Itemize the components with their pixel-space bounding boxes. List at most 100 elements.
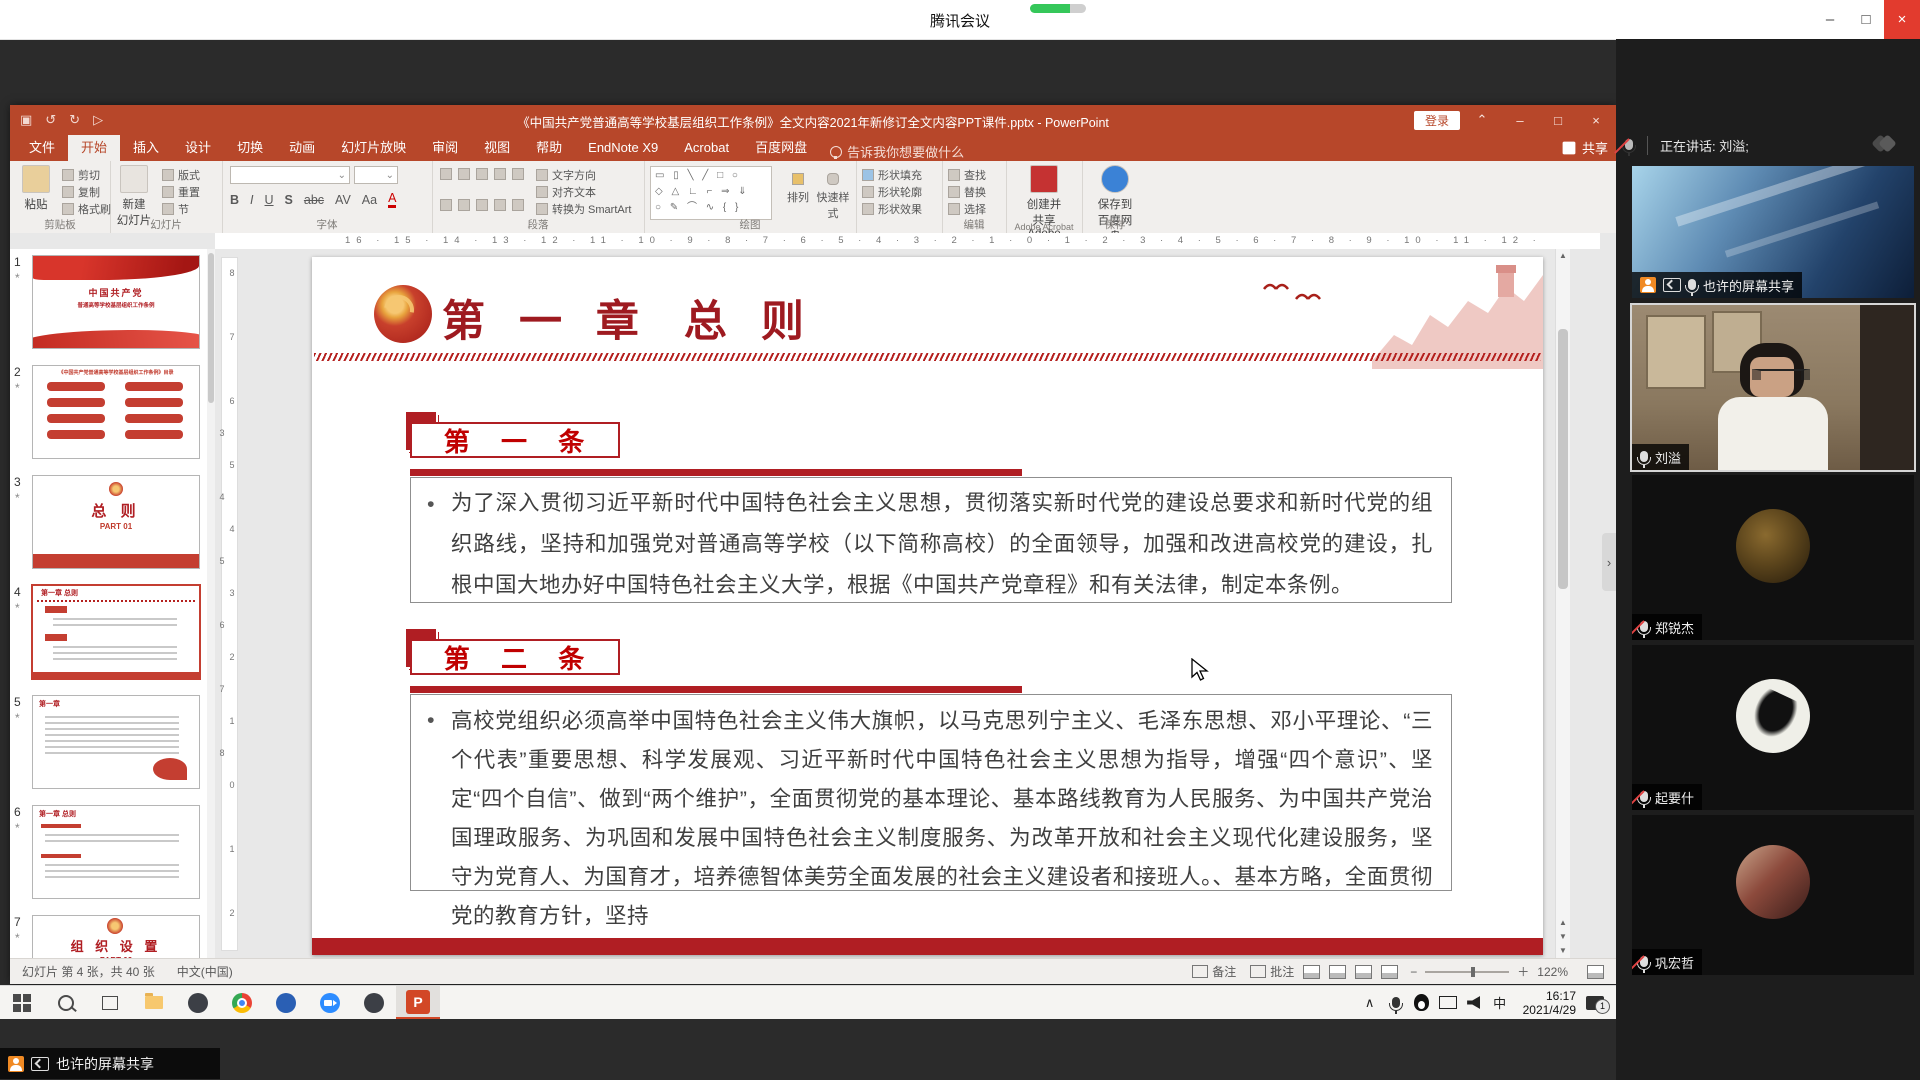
zoom-level[interactable]: 122% xyxy=(1537,965,1568,979)
fit-to-window-icon[interactable] xyxy=(1587,965,1604,979)
quick-styles-button[interactable]: 快速样式 xyxy=(816,173,850,221)
thumbnail-slide-7[interactable]: 7* 组 织 设 置 PART 02 xyxy=(10,915,210,958)
font-size-select[interactable]: ⌄ xyxy=(354,166,398,184)
chrome-button[interactable] xyxy=(220,986,264,1019)
shadow-button[interactable]: S xyxy=(285,193,293,207)
font-name-select[interactable]: ⌄ xyxy=(230,166,350,184)
tray-volume-icon[interactable] xyxy=(1461,986,1487,1019)
tab-endnote[interactable]: EndNote X9 xyxy=(575,135,671,161)
search-button[interactable] xyxy=(44,986,88,1019)
thumbnail-slide-6[interactable]: 6* 第一章 总则 xyxy=(10,805,210,901)
scrollbar-thumb[interactable] xyxy=(1558,329,1568,589)
tray-mic-icon[interactable] xyxy=(1383,986,1409,1019)
tab-help[interactable]: 帮助 xyxy=(523,135,575,161)
tim-button[interactable] xyxy=(264,986,308,1019)
close-button[interactable]: × xyxy=(1884,0,1920,39)
tab-insert[interactable]: 插入 xyxy=(120,135,172,161)
zoom-in-button[interactable]: ＋ xyxy=(1517,963,1529,980)
indent-decrease-icon[interactable] xyxy=(476,168,488,180)
tell-me-box[interactable]: 告诉我你想要做什么 xyxy=(830,142,964,161)
wechat-button[interactable] xyxy=(176,986,220,1019)
next-slide-icon[interactable]: ▼ xyxy=(1556,930,1570,944)
text-direction-button[interactable]: 文字方向 xyxy=(536,167,596,183)
thumbnail-slide-3[interactable]: 3* 总 则 PART 01 xyxy=(10,475,210,571)
section-button[interactable]: 节 xyxy=(162,201,189,217)
current-slide[interactable]: 第 一 章总 则 1 第 一 条 • 为了深入贯彻习近平新时代中国特色社 xyxy=(312,257,1543,955)
ime-indicator[interactable]: 中 xyxy=(1487,986,1513,1019)
ppt-restore-button[interactable]: □ xyxy=(1542,105,1574,135)
select-button[interactable]: 选择 xyxy=(948,201,986,217)
thumbnail-slide-4-selected[interactable]: 4* 第一章 总则 xyxy=(10,585,210,681)
strikethrough-button[interactable]: abc xyxy=(304,193,324,207)
layout-button[interactable]: 版式 xyxy=(162,167,200,183)
thumbnail-slide-5[interactable]: 5* 第一章 xyxy=(10,695,210,791)
tab-home[interactable]: 开始 xyxy=(68,135,120,161)
tray-qq-icon[interactable] xyxy=(1409,986,1435,1019)
slide-sorter-icon[interactable] xyxy=(1329,965,1346,979)
reset-button[interactable]: 重置 xyxy=(162,184,200,200)
tab-transitions[interactable]: 切换 xyxy=(224,135,276,161)
participant-tile[interactable]: 巩宏哲 xyxy=(1632,815,1914,975)
zoom-out-button[interactable]: − xyxy=(1410,965,1417,979)
align-right-icon[interactable] xyxy=(476,199,488,211)
qq-button[interactable] xyxy=(352,986,396,1019)
tab-review[interactable]: 审阅 xyxy=(419,135,471,161)
reading-view-icon[interactable] xyxy=(1355,965,1372,979)
slideshow-icon[interactable] xyxy=(1381,965,1398,979)
find-button[interactable]: 查找 xyxy=(948,167,986,183)
tray-expand-button[interactable]: ∧ xyxy=(1357,986,1383,1019)
thumbnail-scrollbar[interactable] xyxy=(207,249,215,958)
char-spacing-button[interactable]: AV xyxy=(335,193,351,207)
format-painter-button[interactable]: 格式刷 xyxy=(62,201,111,217)
paste-button[interactable]: 粘贴 xyxy=(14,165,58,212)
participant-tile-sharer[interactable]: 也许的屏幕共享 xyxy=(1632,166,1914,298)
tab-slideshow[interactable]: 幻灯片放映 xyxy=(328,135,419,161)
start-button[interactable] xyxy=(0,986,44,1019)
participant-tile-speaker[interactable]: 刘溢 xyxy=(1630,303,1916,472)
notification-center-icon[interactable]: 1 xyxy=(1586,996,1604,1010)
task-view-button[interactable] xyxy=(88,986,132,1019)
tab-baidu[interactable]: 百度网盘 xyxy=(742,135,820,161)
tencent-meeting-button[interactable] xyxy=(308,986,352,1019)
shapes-gallery[interactable]: ▭ ▯ ╲ ╱ □ ○ ◇ △ ∟ ⌐ ⇒ ⇓ ○ ✎ ⌒ ∿ { } ▲▼ xyxy=(650,166,772,220)
tab-view[interactable]: 视图 xyxy=(471,135,523,161)
tab-design[interactable]: 设计 xyxy=(172,135,224,161)
comments-icon[interactable] xyxy=(1250,965,1266,978)
thumbnail-slide-2[interactable]: 2* 《中国共产党普通高等学校基层组织工作条例》目录 xyxy=(10,365,210,461)
tray-display-icon[interactable] xyxy=(1435,986,1461,1019)
underline-button[interactable]: U xyxy=(265,193,274,207)
columns-icon[interactable] xyxy=(512,199,524,211)
shape-outline-button[interactable]: 形状轮廓 xyxy=(862,184,922,200)
align-left-icon[interactable] xyxy=(440,199,452,211)
horizontal-ruler[interactable]: 16 · 15 · 14 · 13 · 12 · 11 · 10 · 9 · 8… xyxy=(215,233,1600,250)
scroll-down-icon[interactable]: ▼ xyxy=(1556,944,1570,958)
taskbar-clock[interactable]: 16:17 2021/4/29 xyxy=(1523,989,1576,1017)
participant-tile[interactable]: 起要什 xyxy=(1632,645,1914,810)
copy-button[interactable]: 复制 xyxy=(62,184,100,200)
shapes-scrollbar[interactable]: ▲▼ xyxy=(771,167,772,219)
powerpoint-taskbar-button[interactable]: P xyxy=(396,986,440,1019)
font-color-button[interactable]: A xyxy=(388,191,396,208)
muted-mic-icon[interactable] xyxy=(1625,138,1633,153)
tab-animations[interactable]: 动画 xyxy=(276,135,328,161)
align-center-icon[interactable] xyxy=(458,199,470,211)
replace-button[interactable]: 替换 xyxy=(948,184,986,200)
tab-file[interactable]: 文件 xyxy=(16,135,68,161)
previous-slide-icon[interactable]: ▲ xyxy=(1556,916,1570,930)
vertical-ruler[interactable]: 8 7 6 5 4 3 2 1 0 1 2 3 4 5 6 7 8 xyxy=(221,257,238,951)
notes-toggle[interactable]: 备注 xyxy=(1212,963,1236,980)
bullets-icon[interactable] xyxy=(440,168,452,180)
maximize-button[interactable]: □ xyxy=(1848,0,1884,39)
ppt-minimize-button[interactable]: – xyxy=(1504,105,1536,135)
align-text-button[interactable]: 对齐文本 xyxy=(536,184,596,200)
line-spacing-icon[interactable] xyxy=(512,168,524,180)
change-case-button[interactable]: Aa xyxy=(362,193,377,207)
shape-effects-button[interactable]: 形状效果 xyxy=(862,201,922,217)
notes-icon[interactable] xyxy=(1192,965,1208,978)
ppt-share-button[interactable]: 共享 xyxy=(1561,138,1608,157)
participant-tile[interactable]: 郑锐杰 xyxy=(1632,475,1914,640)
italic-button[interactable]: I xyxy=(250,193,253,207)
arrange-button[interactable]: 排列 xyxy=(784,173,812,205)
scroll-up-icon[interactable]: ▲ xyxy=(1556,249,1570,263)
language-indicator[interactable]: 中文(中国) xyxy=(177,963,233,980)
